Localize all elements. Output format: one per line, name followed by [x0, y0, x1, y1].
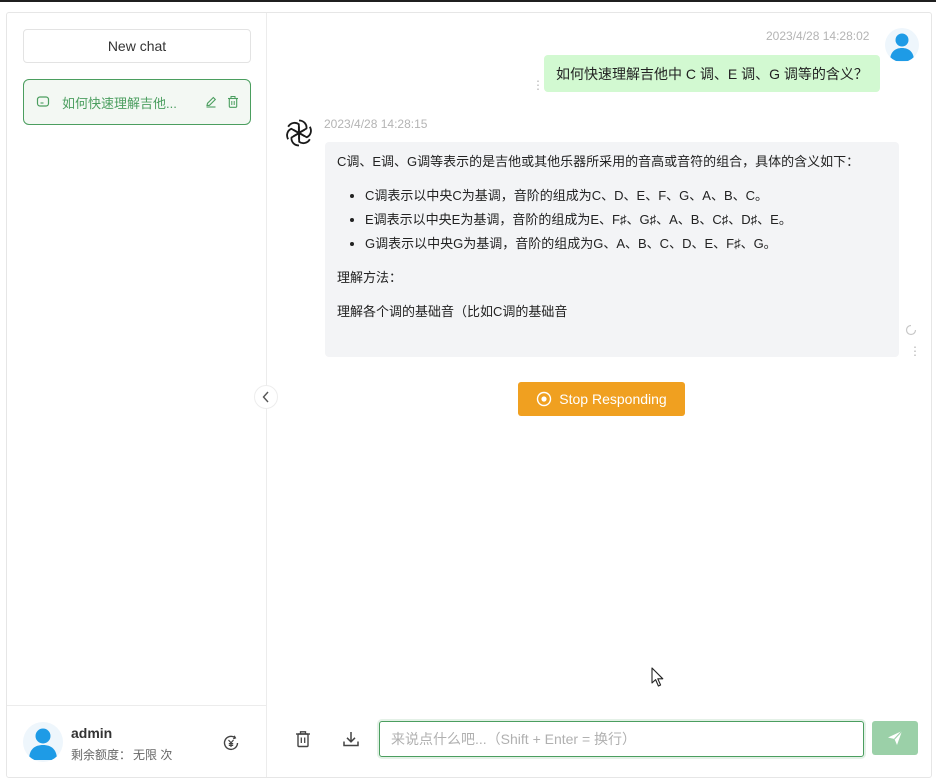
quota-value: 无限 次: [133, 748, 173, 762]
window-top-border: [0, 0, 936, 2]
quota-text: 剩余额度： 无限 次: [71, 746, 172, 763]
send-icon: [886, 729, 904, 747]
stop-responding-label: Stop Responding: [559, 391, 667, 407]
message-menu-icon[interactable]: ⋮: [909, 345, 921, 357]
message-time: 2023/4/28 14:28:15: [324, 117, 428, 131]
message-menu-icon[interactable]: ⋮: [532, 79, 544, 91]
trash-icon[interactable]: [291, 727, 315, 751]
mouse-cursor-icon: [651, 667, 665, 687]
list-item: C调表示以中央C为基调，音阶的组成为C、D、E、F、G、A、B、C。: [365, 185, 887, 207]
chat-footer: [268, 707, 931, 777]
list-item: G调表示以中央G为基调，音阶的组成为G、A、B、C、D、E、F♯、G。: [365, 233, 887, 255]
assistant-bullet-list: C调表示以中央C为基调，音阶的组成为C、D、E、F、G、A、B、C。 E调表示以…: [365, 185, 887, 255]
send-button[interactable]: [872, 721, 918, 755]
user-message-bubble: 如何快速理解吉他中 C 调、E 调、G 调等的含义？: [544, 55, 880, 92]
assistant-intro-text: C调、E调、G调等表示的是吉他或其他乐器所采用的音高或音符的组合，具体的含义如下…: [337, 154, 860, 169]
user-panel: admin 剩余额度： 无限 次: [7, 705, 266, 777]
user-avatar: [885, 28, 919, 62]
avatar[interactable]: [23, 722, 63, 762]
chat-input[interactable]: [379, 721, 864, 757]
user-name: admin: [71, 725, 113, 741]
list-item: E调表示以中央E为基调，音阶的组成为E、F♯、G♯、A、B、C♯、D♯、E。: [365, 209, 887, 231]
chat-area: 2023/4/28 14:28:02 如何快速理解吉他中 C 调、E 调、G 调…: [268, 13, 931, 777]
collapse-sidebar-button[interactable]: [254, 385, 278, 409]
app-frame: New chat 如何快速理解吉他... admin 剩余额度： 无限 次 20…: [6, 12, 932, 778]
stop-circle-icon: [536, 391, 552, 407]
download-icon[interactable]: [339, 727, 363, 751]
sidebar: New chat 如何快速理解吉他... admin 剩余额度： 无限 次: [7, 13, 267, 777]
assistant-paragraph: 理解方法：: [337, 270, 403, 285]
trash-icon[interactable]: [226, 95, 240, 109]
message-square-icon: [36, 95, 50, 109]
chevron-left-icon: [261, 391, 271, 403]
loading-spinner-icon: [905, 323, 917, 336]
assistant-paragraph: 理解各个调的基础音（比如C调的基础音: [337, 304, 568, 319]
history-item[interactable]: 如何快速理解吉他...: [23, 79, 251, 125]
quota-label: 剩余额度：: [71, 748, 132, 762]
currency-swap-icon[interactable]: [220, 732, 242, 754]
chatgpt-logo-icon: [282, 116, 316, 150]
history-item-title: 如何快速理解吉他...: [62, 95, 177, 111]
assistant-message-bubble: C调、E调、G调等表示的是吉他或其他乐器所采用的音高或音符的组合，具体的含义如下…: [325, 142, 899, 357]
pencil-icon[interactable]: [204, 95, 218, 109]
new-chat-button[interactable]: New chat: [23, 29, 251, 63]
message-time: 2023/4/28 14:28:02: [766, 29, 870, 43]
stop-responding-button[interactable]: Stop Responding: [518, 382, 685, 416]
